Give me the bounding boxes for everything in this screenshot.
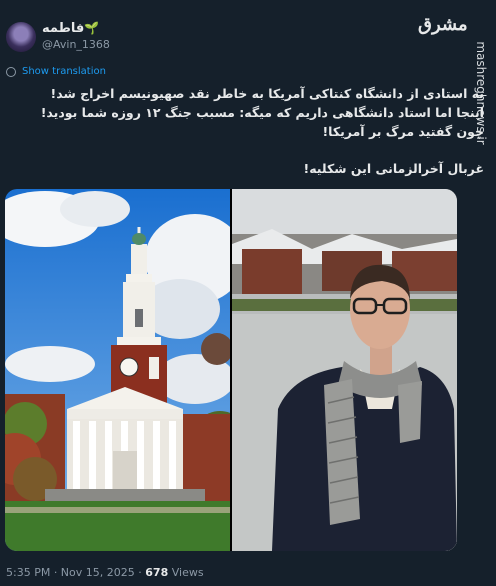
- globe-icon: [6, 66, 16, 77]
- views-count: 678: [145, 566, 169, 579]
- leaf-icon: 🌱: [84, 21, 100, 35]
- author-name: فاطمه: [42, 21, 85, 36]
- show-translation-label: Show translation: [22, 66, 106, 77]
- tweet-line-1: یه استادی از دانشگاه کنتاکی آمریکا به خا…: [50, 86, 484, 101]
- tweet-meta: 5:35 PM · Nov 15, 2025 · 678 Views: [6, 566, 204, 579]
- author-name-row[interactable]: فاطمه🌱: [42, 21, 99, 36]
- tweet-line-3: غربال آخرالزمانی این شکلیه!: [303, 161, 484, 176]
- university-building-photo[interactable]: [5, 189, 230, 551]
- professor-portrait-photo[interactable]: [232, 189, 457, 551]
- views-label: Views: [168, 566, 204, 579]
- tweet-line-2: اینجا اما استاد دانشگاهی داریم که میگه: …: [40, 105, 484, 139]
- tweet-text: یه استادی از دانشگاه کنتاکی آمریکا به خا…: [24, 84, 484, 178]
- avatar[interactable]: [6, 22, 36, 52]
- show-translation-button[interactable]: Show translation: [6, 66, 106, 77]
- author-handle[interactable]: @Avin_1368: [42, 38, 110, 51]
- tweet-timestamp[interactable]: 5:35 PM · Nov 15, 2025 ·: [6, 566, 145, 579]
- site-logo: مشرق: [418, 14, 468, 35]
- tweet-media[interactable]: [5, 189, 457, 551]
